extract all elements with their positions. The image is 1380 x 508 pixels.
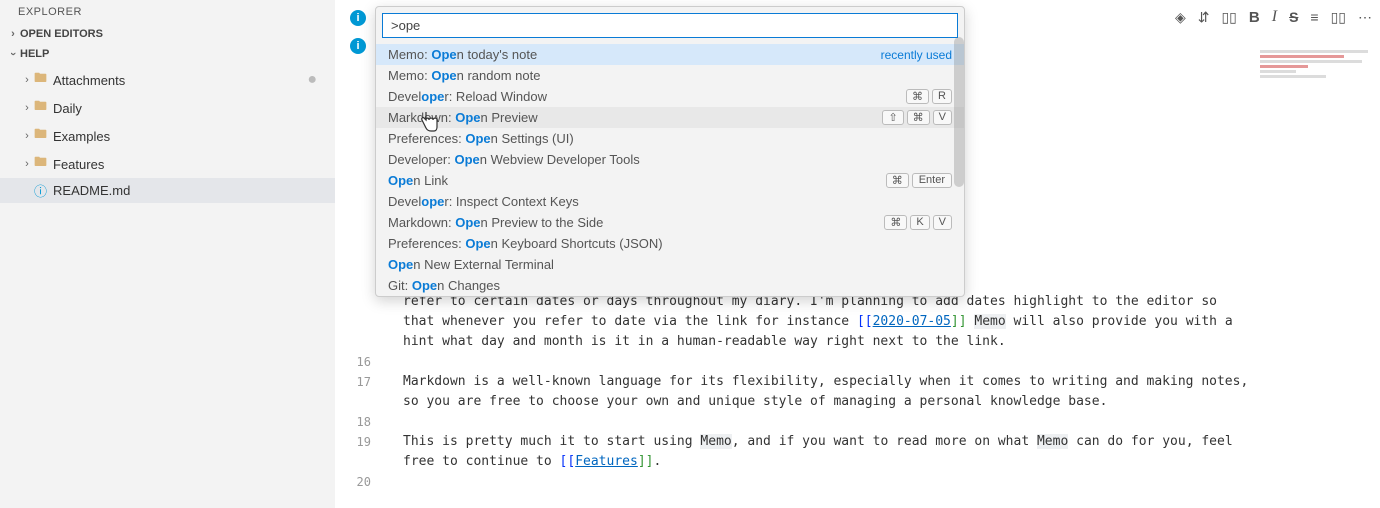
code-line: free to continue to [[Features]].	[385, 452, 1380, 472]
layout-icon[interactable]: ▯▯	[1331, 9, 1346, 26]
keybinding: ⌘KV	[884, 215, 952, 230]
chevron-right-icon: ›	[20, 102, 34, 114]
line-gutter: 1617181920	[335, 72, 377, 492]
minimap[interactable]	[1260, 50, 1380, 400]
tree-item-label: Examples	[53, 129, 110, 144]
tree-folder-examples[interactable]: › 🖿 Examples	[0, 122, 335, 150]
folder-icon: 🖿	[34, 69, 47, 91]
code-line	[385, 352, 1380, 372]
explorer-sidebar: EXPLORER › OPEN EDITORS › HELP › 🖿 Attac…	[0, 0, 335, 508]
palette-item-label: Open New External Terminal	[388, 257, 952, 272]
key-icon: R	[932, 89, 952, 104]
palette-item-label: Developer: Inspect Context Keys	[388, 194, 952, 209]
open-editors-label: OPEN EDITORS	[20, 28, 103, 40]
code-line: hint what day and month is it in a human…	[385, 332, 1380, 352]
key-icon: Enter	[912, 173, 952, 188]
palette-item-label: Developer: Open Webview Developer Tools	[388, 152, 952, 167]
tree-file-readme[interactable]: ⓘ README.md	[0, 178, 335, 203]
code-line: Markdown is a well-known language for it…	[385, 372, 1380, 392]
editor-toolbar: ◈ ⇵ ▯▯ B I S ≡ ▯▯ ⋯	[1175, 8, 1372, 26]
palette-item-label: Preferences: Open Keyboard Shortcuts (JS…	[388, 236, 952, 251]
code-line: so you are free to choose your own and u…	[385, 392, 1380, 412]
split-icon[interactable]: ▯▯	[1221, 9, 1236, 26]
key-icon: ⇧	[882, 110, 903, 125]
tree-folder-features[interactable]: › 🖿 Features	[0, 150, 335, 178]
key-icon: K	[910, 215, 929, 230]
key-icon: V	[933, 110, 952, 125]
code-line: that whenever you refer to date via the …	[385, 312, 1380, 332]
info-badge-icon[interactable]: i	[350, 10, 366, 26]
palette-item[interactable]: Developer: Reload Window⌘R	[376, 86, 964, 107]
tree-item-label: Features	[53, 157, 104, 172]
tree-item-label: Attachments	[53, 73, 125, 88]
list-icon[interactable]: ≡	[1310, 9, 1318, 25]
palette-item[interactable]: Preferences: Open Keyboard Shortcuts (JS…	[376, 233, 964, 254]
info-badge-icon[interactable]: i	[350, 38, 366, 54]
keybinding: ⇧ ⌘V	[882, 110, 952, 125]
folder-icon: 🖿	[34, 97, 47, 119]
palette-item-label: Git: Open Changes	[388, 278, 952, 293]
chevron-down-icon: ›	[7, 47, 19, 61]
tree-folder-daily[interactable]: › 🖿 Daily	[0, 94, 335, 122]
palette-item[interactable]: Git: Open Changes	[376, 275, 964, 296]
key-icon: ⌘	[907, 110, 930, 125]
command-palette-list: Memo: Open today's noterecently usedMemo…	[376, 44, 964, 296]
palette-item[interactable]: Open New External Terminal	[376, 254, 964, 275]
palette-item[interactable]: Markdown: Open Preview⇧ ⌘V	[376, 107, 964, 128]
workspace-section[interactable]: › HELP	[0, 44, 335, 64]
italic-icon[interactable]: I	[1272, 8, 1277, 26]
palette-item-label: Open Link	[388, 173, 886, 188]
key-icon: ⌘	[884, 215, 907, 230]
palette-item[interactable]: Preferences: Open Settings (UI)	[376, 128, 964, 149]
palette-item-label: Markdown: Open Preview	[388, 110, 882, 125]
palette-item[interactable]: Memo: Open random note	[376, 65, 964, 86]
palette-item[interactable]: Open Link⌘Enter	[376, 170, 964, 191]
folder-icon: 🖿	[34, 153, 47, 175]
palette-item-meta: recently used	[881, 48, 952, 62]
tree-folder-attachments[interactable]: › 🖿 Attachments ●	[0, 66, 335, 94]
code-line	[385, 472, 1380, 492]
code-line	[385, 412, 1380, 432]
open-editors-section[interactable]: › OPEN EDITORS	[0, 24, 335, 44]
info-file-icon: ⓘ	[34, 181, 47, 200]
bold-icon[interactable]: B	[1249, 9, 1260, 26]
tree-item-label: README.md	[53, 183, 130, 198]
explorer-title: EXPLORER	[0, 0, 335, 24]
folder-icon: 🖿	[34, 125, 47, 147]
command-palette-input[interactable]	[382, 13, 958, 38]
git-compare-icon[interactable]: ⇵	[1198, 9, 1210, 26]
palette-item-label: Developer: Reload Window	[388, 89, 906, 104]
keybinding: ⌘Enter	[886, 173, 952, 188]
diamond-icon[interactable]: ◈	[1175, 9, 1186, 26]
key-icon: ⌘	[906, 89, 929, 104]
file-tree: › 🖿 Attachments ● › 🖿 Daily › 🖿 Examples…	[0, 64, 335, 205]
chevron-right-icon: ›	[6, 28, 20, 40]
palette-item-label: Memo: Open today's note	[388, 47, 873, 62]
palette-item-label: Markdown: Open Preview to the Side	[388, 215, 884, 230]
chevron-right-icon: ›	[20, 130, 34, 142]
chevron-right-icon: ›	[20, 158, 34, 170]
scrollbar[interactable]	[954, 37, 964, 187]
key-icon: V	[933, 215, 952, 230]
palette-item[interactable]: Developer: Inspect Context Keys	[376, 191, 964, 212]
workspace-label: HELP	[20, 48, 49, 60]
code-line: This is pretty much it to start using Me…	[385, 432, 1380, 452]
more-icon[interactable]: ⋯	[1358, 9, 1372, 26]
chevron-right-icon: ›	[20, 74, 34, 86]
tree-item-label: Daily	[53, 101, 82, 116]
keybinding: ⌘R	[906, 89, 952, 104]
palette-item[interactable]: Markdown: Open Preview to the Side⌘KV	[376, 212, 964, 233]
modified-indicator-icon: ●	[307, 77, 317, 83]
palette-item-label: Preferences: Open Settings (UI)	[388, 131, 952, 146]
command-palette: Memo: Open today's noterecently usedMemo…	[375, 6, 965, 297]
palette-item[interactable]: Developer: Open Webview Developer Tools	[376, 149, 964, 170]
strike-icon[interactable]: S	[1289, 9, 1298, 25]
palette-item-label: Memo: Open random note	[388, 68, 952, 83]
key-icon: ⌘	[886, 173, 909, 188]
palette-item[interactable]: Memo: Open today's note recently used	[376, 44, 964, 65]
